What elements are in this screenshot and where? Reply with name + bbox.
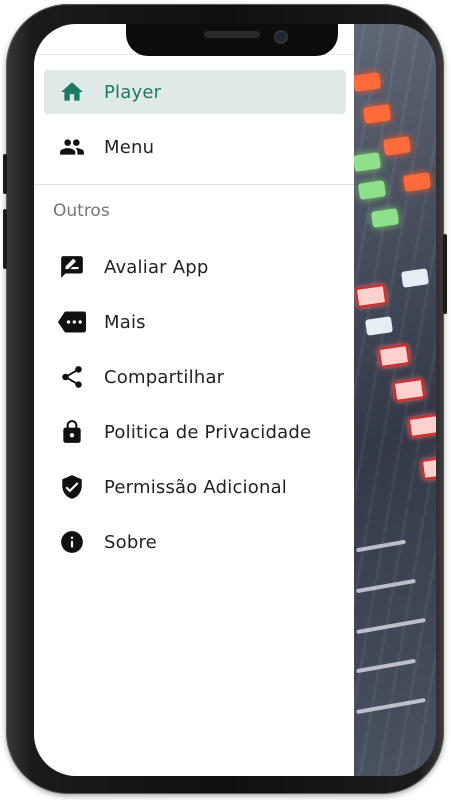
- lock-icon: [58, 418, 86, 446]
- power-button: [443, 234, 447, 314]
- phone-screen: Player Menu Outros Avaliar App Mais Comp…: [34, 24, 436, 776]
- info-icon: [58, 528, 86, 556]
- drawer-item-mais[interactable]: Mais: [44, 300, 346, 344]
- drawer-item-permissao-adicional[interactable]: Permissão Adicional: [44, 465, 346, 509]
- share-icon: [58, 363, 86, 391]
- drawer-item-compartilhar[interactable]: Compartilhar: [44, 355, 346, 399]
- earpiece-speaker: [204, 31, 260, 38]
- rate-review-icon: [58, 253, 86, 281]
- drawer-item-label: Avaliar App: [104, 256, 209, 278]
- navigation-drawer: Player Menu Outros Avaliar App Mais Comp…: [34, 24, 354, 776]
- drawer-item-menu[interactable]: Menu: [44, 125, 346, 169]
- drawer-item-label: Permissão Adicional: [104, 476, 288, 498]
- drawer-item-label: Player: [104, 81, 162, 103]
- home-icon: [58, 78, 86, 106]
- people-icon: [58, 133, 86, 161]
- volume-down-button: [3, 209, 7, 269]
- phone-notch: [126, 24, 338, 56]
- drawer-item-label: Sobre: [104, 531, 157, 553]
- drawer-item-label: Compartilhar: [104, 366, 225, 388]
- front-camera: [274, 30, 288, 44]
- drawer-item-avaliar-app[interactable]: Avaliar App: [44, 245, 346, 289]
- verified-shield-icon: [58, 473, 86, 501]
- more-tag-icon: [58, 308, 86, 336]
- drawer-item-label: Politica de Privacidade: [104, 421, 312, 443]
- volume-up-button: [3, 154, 7, 194]
- section-title: Outros: [53, 201, 110, 221]
- section-divider: [34, 184, 354, 185]
- drawer-item-label: Mais: [104, 311, 146, 333]
- drawer-item-sobre[interactable]: Sobre: [44, 520, 346, 564]
- drawer-item-politica-de-privacidade[interactable]: Politica de Privacidade: [44, 410, 346, 454]
- phone-frame: Player Menu Outros Avaliar App Mais Comp…: [3, 4, 447, 794]
- drawer-item-player[interactable]: Player: [44, 70, 346, 114]
- drawer-item-label: Menu: [104, 136, 155, 158]
